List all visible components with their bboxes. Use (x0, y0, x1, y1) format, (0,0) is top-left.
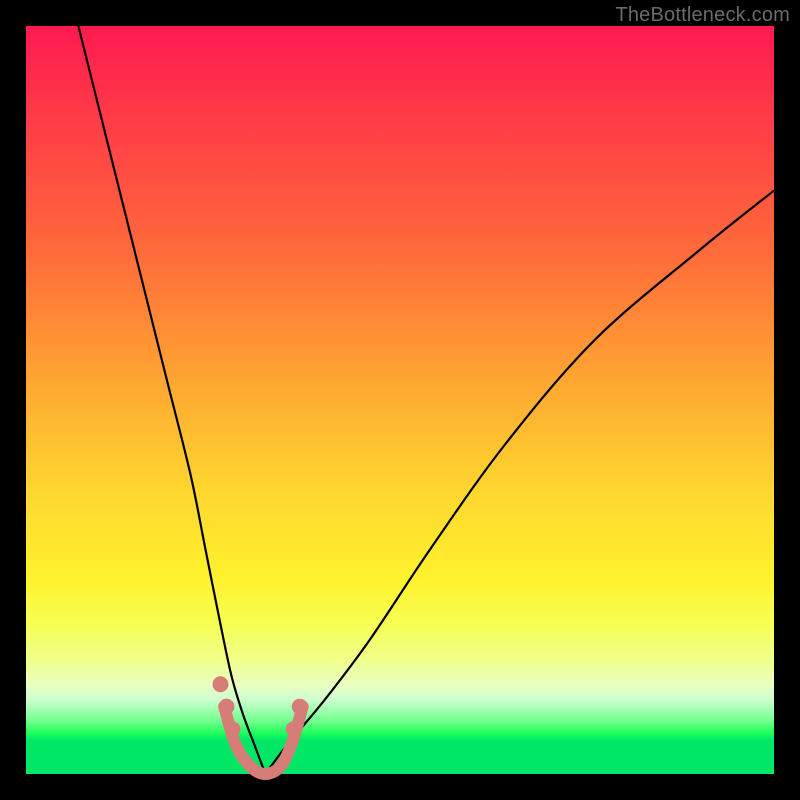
valley-floor-curve (224, 707, 303, 774)
bead (224, 721, 240, 737)
bead (212, 676, 228, 692)
right-branch-curve (265, 191, 774, 774)
watermark-text: TheBottleneck.com (615, 4, 790, 27)
bead (218, 699, 234, 715)
chart-svg (26, 26, 774, 774)
bead (292, 699, 308, 715)
outer-frame: TheBottleneck.com (0, 0, 800, 800)
beads-group (212, 676, 307, 737)
bead (286, 721, 302, 737)
plot-area (26, 26, 774, 774)
left-branch-curve (78, 26, 265, 774)
